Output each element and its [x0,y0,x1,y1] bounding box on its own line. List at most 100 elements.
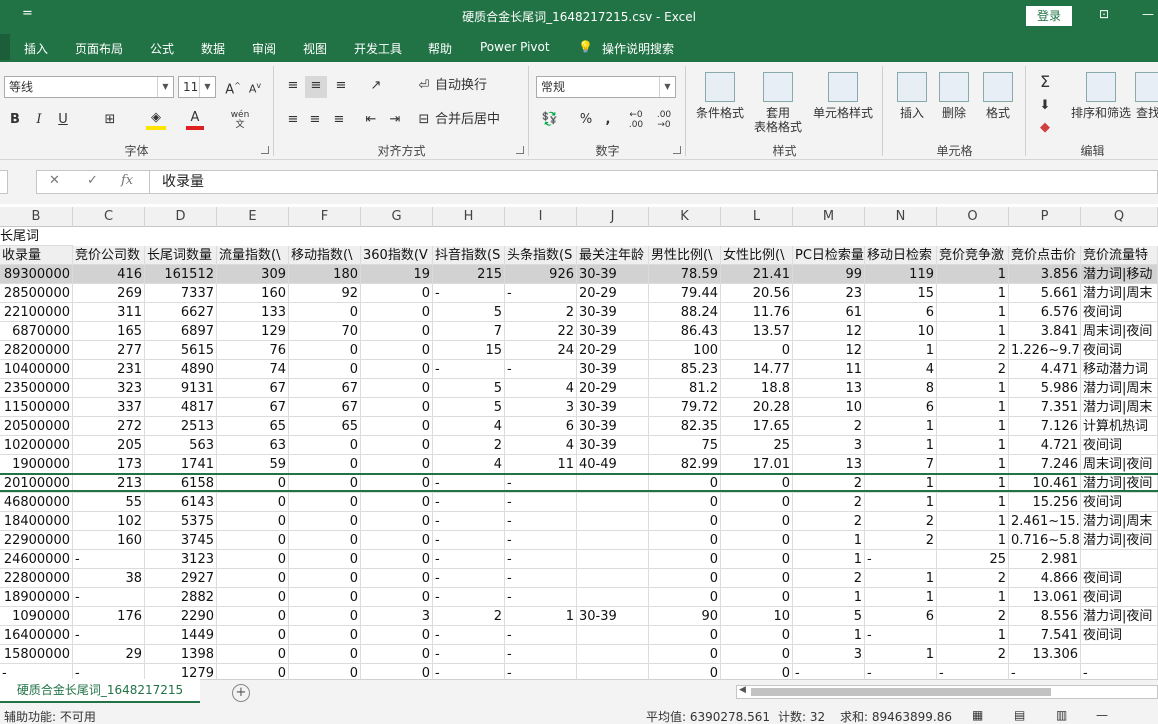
data-cell[interactable]: 0 [217,493,289,512]
data-cell[interactable]: 89300000 [0,265,73,284]
data-cell[interactable]: 2 [937,569,1009,588]
data-cell[interactable] [577,512,649,531]
data-cell[interactable]: - [505,569,577,588]
header-cell[interactable]: 收录量 [0,246,73,265]
normal-view-icon[interactable]: ▦ [972,708,983,722]
tab-help[interactable]: 帮助 [428,40,452,57]
data-cell[interactable]: 11.76 [721,303,793,322]
data-cell[interactable]: 85.23 [649,360,721,379]
data-cell[interactable]: 4.721 [1009,436,1081,455]
data-cell[interactable]: 0 [649,512,721,531]
data-cell[interactable]: 2.981 [1009,550,1081,569]
header-cell[interactable]: 长尾词数量 [145,246,217,265]
data-cell[interactable]: - [865,626,937,645]
data-cell[interactable]: 2 [793,417,865,436]
data-cell[interactable]: 24600000 [0,550,73,569]
borders-icon[interactable]: ⊞ [100,110,120,132]
data-cell[interactable]: 7 [433,322,505,341]
data-cell[interactable]: - [505,531,577,550]
header-cell[interactable]: 流量指数(\ [217,246,289,265]
data-cell[interactable]: 4 [433,417,505,436]
data-cell[interactable]: 100 [649,341,721,360]
data-cell[interactable]: 0 [289,436,361,455]
data-cell[interactable]: 1 [793,550,865,569]
italic-icon[interactable]: I [30,110,48,132]
data-cell[interactable]: 0 [217,512,289,531]
insert-function-icon[interactable]: fx [121,173,133,188]
align-bottom-icon[interactable]: ≡ [331,76,351,98]
data-cell[interactable]: 1 [793,626,865,645]
data-cell[interactable]: 2 [937,645,1009,664]
number-dialog-launcher-icon[interactable] [673,146,681,154]
header-cell[interactable]: 竞价点击价 [1009,246,1081,265]
data-cell[interactable]: 0 [217,474,289,493]
data-cell[interactable]: 6897 [145,322,217,341]
data-cell[interactable]: 30-39 [577,398,649,417]
data-cell[interactable]: 7.246 [1009,455,1081,474]
data-cell[interactable]: 272 [73,417,145,436]
data-cell[interactable]: - [433,664,505,679]
data-cell[interactable]: 0 [721,569,793,588]
data-cell[interactable]: 14.77 [721,360,793,379]
data-cell[interactable]: 6 [505,417,577,436]
data-cell[interactable]: 5615 [145,341,217,360]
data-cell[interactable]: 2 [505,303,577,322]
column-header[interactable]: K [649,207,721,227]
column-header[interactable]: B [0,207,73,227]
data-cell[interactable]: 1 [793,588,865,607]
data-cell[interactable]: 0 [649,474,721,493]
data-cell[interactable] [577,664,649,679]
header-cell[interactable]: 竞价公司数 [73,246,145,265]
data-cell[interactable]: 59 [217,455,289,474]
data-cell[interactable]: 30-39 [577,436,649,455]
data-cell[interactable]: 65 [289,417,361,436]
data-cell[interactable] [577,626,649,645]
data-cell[interactable]: 2927 [145,569,217,588]
decrease-font-icon[interactable]: Av [246,76,264,98]
data-cell[interactable]: 22900000 [0,531,73,550]
data-cell[interactable]: 7 [865,455,937,474]
column-header[interactable]: H [433,207,505,227]
data-cell[interactable]: 1 [937,379,1009,398]
data-cell[interactable]: 78.59 [649,265,721,284]
data-cell[interactable] [1081,645,1158,664]
data-cell[interactable]: 0 [289,474,361,493]
wrap-text-button[interactable]: 自动换行 [435,76,505,98]
data-cell[interactable]: 7.541 [1009,626,1081,645]
data-cell[interactable]: 0 [361,322,433,341]
data-cell[interactable]: 12 [793,341,865,360]
data-cell[interactable]: 2 [865,512,937,531]
data-cell[interactable]: 75 [649,436,721,455]
data-cell[interactable]: 81.2 [649,379,721,398]
data-cell[interactable]: - [505,664,577,679]
data-cell[interactable]: 1090000 [0,607,73,626]
header-cell[interactable]: 360指数(V [361,246,433,265]
bold-icon[interactable]: B [6,110,24,132]
data-cell[interactable]: 夜间词 [1081,436,1158,455]
phonetic-guide-icon[interactable]: wén 文 [228,110,252,132]
data-cell[interactable]: 22800000 [0,569,73,588]
data-cell[interactable]: - [505,474,577,493]
data-cell[interactable]: 夜间词 [1081,341,1158,360]
data-cell[interactable]: 4 [433,455,505,474]
data-cell[interactable]: - [865,664,937,679]
chevron-down-icon[interactable]: ▼ [199,77,215,97]
data-cell[interactable]: 3 [793,436,865,455]
data-cell[interactable]: - [505,493,577,512]
data-cell[interactable]: 3123 [145,550,217,569]
data-cell[interactable]: - [505,512,577,531]
data-cell[interactable]: 165 [73,322,145,341]
data-cell[interactable]: 15800000 [0,645,73,664]
data-cell[interactable] [577,588,649,607]
data-cell[interactable]: 夜间词 [1081,569,1158,588]
data-cell[interactable]: 0 [649,664,721,679]
data-cell[interactable]: - [73,664,145,679]
data-cell[interactable]: 0 [361,664,433,679]
data-cell[interactable]: 213 [73,474,145,493]
data-cell[interactable]: 8.556 [1009,607,1081,626]
data-cell[interactable]: 23 [793,284,865,303]
tell-me-search[interactable]: 操作说明搜索 [602,40,674,57]
data-cell[interactable]: 2 [865,531,937,550]
conditional-formatting-button[interactable]: 条件格式 [693,72,747,120]
data-cell[interactable]: 潜力词|夜间 [1081,531,1158,550]
